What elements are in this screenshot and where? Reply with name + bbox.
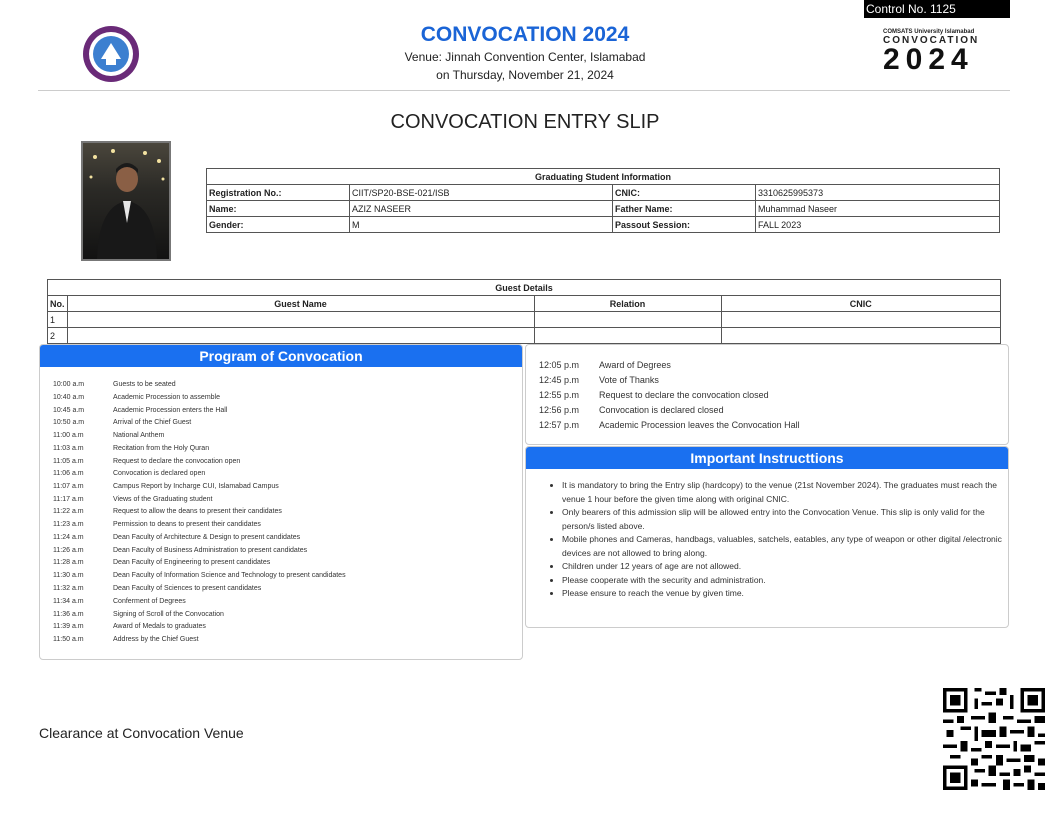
registration-label: Registration No.:: [206, 184, 350, 201]
list-item: 12:55 p.m Request to declare the convocat…: [539, 390, 769, 400]
list-item: 11:34 a.m Conferment of Degrees: [53, 598, 186, 605]
passout-session-label: Passout Session:: [612, 216, 756, 233]
guest-col-relation: Relation: [533, 295, 722, 312]
list-item: 11:23 a.m Permission to deans to present …: [53, 521, 261, 528]
date-text: on Thursday, November 21, 2024: [436, 68, 614, 82]
guest-col-no: No.: [47, 295, 68, 312]
instructions-panel: Important Instructtions It is mandatory …: [525, 446, 1009, 628]
table-row: Gender: M Passout Session: FALL 2023: [206, 216, 1000, 233]
guest-no: 1: [47, 311, 68, 328]
list-item: 12:57 p.m Academic Procession leaves the …: [539, 420, 800, 430]
instructions-title: Important Instructtions: [526, 447, 1008, 469]
father-name-value: Muhammad Naseer: [755, 200, 1000, 217]
list-item: 10:50 a.m Arrival of the Chief Guest: [53, 419, 192, 426]
cnic-label: CNIC:: [612, 184, 756, 201]
passout-session-value: FALL 2023: [755, 216, 1000, 233]
clearance-label: Clearance at Convocation Venue: [39, 725, 244, 741]
list-item: 11:05 a.m Request to declare the convocat…: [53, 458, 241, 465]
list-item: Children under 12 years of age are not a…: [562, 560, 1014, 574]
venue-text: Venue: Jinnah Convention Center, Islamab…: [404, 50, 646, 64]
student-info-table: Graduating Student Information Registrat…: [206, 168, 1000, 233]
qr-code-icon: [943, 688, 1045, 790]
control-number: Control No. 1125: [864, 0, 1010, 18]
list-item: Mobile phones and Cameras, handbags, val…: [562, 533, 1014, 560]
gender-value: M: [349, 216, 613, 233]
list-item: Please cooperate with the security and a…: [562, 574, 1014, 588]
program-continued-panel: 12:05 p.m Award of Degrees 12:45 p.m Vote …: [525, 344, 1009, 445]
guest-details-table: Guest Details No. Guest Name Relation CN…: [47, 279, 1001, 344]
list-item: 11:36 a.m Signing of Scroll of the Convoc…: [53, 611, 224, 618]
convocation-title: CONVOCATION 2024: [420, 23, 630, 46]
list-item: 11:07 a.m Campus Report by Incharge CUI, …: [53, 483, 279, 490]
table-row: Registration No.: CIIT/SP20-BSE-021/ISB …: [206, 184, 1000, 201]
list-item: 11:22 a.m Request to allow the deans to p…: [53, 508, 282, 515]
list-item: 10:45 a.m Academic Procession enters the …: [53, 407, 228, 414]
list-item: 12:05 p.m Award of Degrees: [539, 360, 671, 370]
list-item: 12:56 p.m Convocation is declared closed: [539, 405, 724, 415]
guest-name: [66, 327, 535, 344]
guest-cnic: [720, 327, 1001, 344]
university-seal-icon: [83, 26, 139, 82]
name-value: AZIZ NASEER: [349, 200, 613, 217]
list-item: 11:00 a.m National Anthem: [53, 432, 165, 439]
list-item: 11:50 a.m Address by the Chief Guest: [53, 636, 199, 643]
guest-details-title: Guest Details: [47, 279, 1001, 296]
name-label: Name:: [206, 200, 350, 217]
list-item: 12:45 p.m Vote of Thanks: [539, 375, 659, 385]
brand-year: 2024: [883, 43, 974, 76]
list-item: 11:17 a.m Views of the Graduating student: [53, 496, 213, 503]
registration-value: CIIT/SP20-BSE-021/ISB: [349, 184, 613, 201]
list-item: 11:32 a.m Dean Faculty of Sciences to pre…: [53, 585, 262, 592]
father-name-label: Father Name:: [612, 200, 756, 217]
list-item: 11:03 a.m Recitation from the Holy Quran: [53, 445, 210, 452]
table-row: 2: [47, 327, 1001, 344]
list-item: 11:24 a.m Dean Faculty of Architecture & …: [53, 534, 301, 541]
guest-relation: [533, 327, 722, 344]
student-info-title: Graduating Student Information: [206, 168, 1000, 185]
student-photo: [81, 141, 171, 261]
header-divider: [38, 90, 1010, 91]
guest-col-cnic: CNIC: [720, 295, 1001, 312]
list-item: 10:00 a.m Guests to be seated: [53, 381, 176, 388]
table-row: 1: [47, 311, 1001, 328]
list-item: Please ensure to reach the venue by give…: [562, 587, 1014, 601]
guest-col-name: Guest Name: [66, 295, 535, 312]
guest-cnic: [720, 311, 1001, 328]
list-item: 11:26 a.m Dean Faculty of Business Admini…: [53, 547, 308, 554]
gender-label: Gender:: [206, 216, 350, 233]
list-item: 10:40 a.m Academic Procession to assemble: [53, 394, 220, 401]
list-item: It is mandatory to bring the Entry slip …: [562, 479, 1014, 506]
slip-title: CONVOCATION ENTRY SLIP: [390, 111, 660, 133]
cnic-value: 3310625995373: [755, 184, 1000, 201]
header: CONVOCATION 2024 Venue: Jinnah Conventio…: [330, 22, 720, 84]
list-item: 11:06 a.m Convocation is declared open: [53, 470, 206, 477]
guest-no: 2: [47, 327, 68, 344]
list-item: Only bearers of this admission slip will…: [562, 506, 1014, 533]
program-title: Program of Convocation: [40, 345, 522, 367]
guest-name: [66, 311, 535, 328]
list-item: 11:39 a.m Award of Medals to graduates: [53, 623, 206, 630]
person-silhouette-icon: [89, 149, 165, 259]
table-row: Name: AZIZ NASEER Father Name: Muhammad …: [206, 200, 1000, 217]
instructions-list: It is mandatory to bring the Entry slip …: [548, 479, 1014, 601]
convocation-brand-logo: COMSATS University Islamabad CONVOCATION…: [883, 29, 995, 81]
program-panel: Program of Convocation 10:00 a.m Guests t…: [39, 344, 523, 660]
list-item: 11:30 a.m Dean Faculty of Information Sci…: [53, 572, 346, 579]
guest-relation: [533, 311, 722, 328]
list-item: 11:28 a.m Dean Faculty of Engineering to …: [53, 559, 271, 566]
